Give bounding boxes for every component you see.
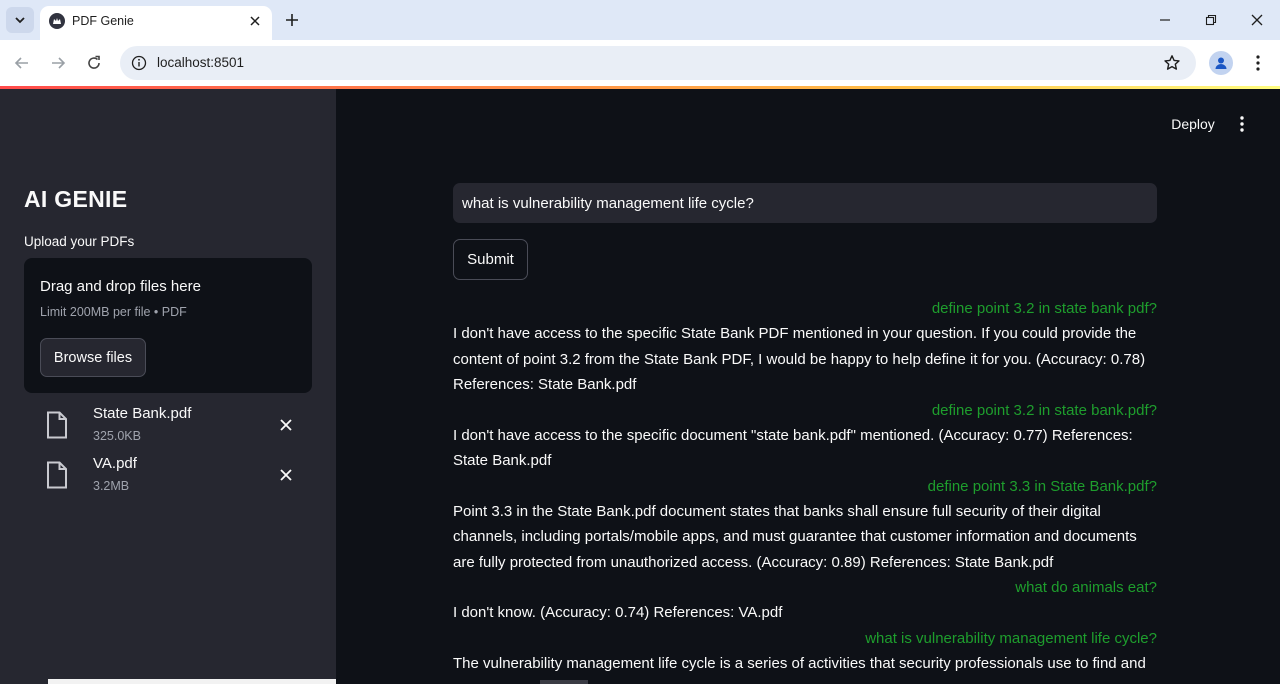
user-question: define point 3.2 in state bank.pdf? <box>931 401 1157 419</box>
minimize-icon[interactable] <box>1153 8 1177 32</box>
close-tab-icon[interactable] <box>246 12 264 30</box>
taskbar-strip <box>48 679 336 684</box>
browse-files-button[interactable]: Browse files <box>40 338 146 377</box>
browser-menu-icon[interactable] <box>1248 51 1268 75</box>
browser-tab[interactable]: PDF Genie <box>40 6 272 40</box>
close-window-icon[interactable] <box>1245 8 1269 32</box>
file-name: State Bank.pdf <box>93 405 192 422</box>
file-size: 325.0KB <box>93 429 141 443</box>
question-input[interactable] <box>453 183 1157 223</box>
file-icon <box>47 461 67 489</box>
site-info-icon[interactable] <box>130 54 148 72</box>
reload-icon[interactable] <box>82 51 106 75</box>
dropzone-limit: Limit 200MB per file • PDF <box>40 305 187 319</box>
bot-answer: The vulnerability management life cycle … <box>453 654 1146 672</box>
url-text: localhost:8501 <box>157 55 245 70</box>
uploaded-file-item: VA.pdf 3.2MB <box>24 455 312 501</box>
user-question: define point 3.2 in state bank pdf? <box>931 300 1157 317</box>
submit-button[interactable]: Submit <box>453 239 528 280</box>
chevron-down-icon <box>15 17 25 24</box>
file-name: VA.pdf <box>93 455 137 472</box>
forward-arrow-icon[interactable] <box>46 51 70 75</box>
user-question: define point 3.3 in State Bank.pdf? <box>927 477 1157 495</box>
browser-tab-bar: PDF Genie <box>0 0 1280 40</box>
upload-label: Upload your PDFs <box>24 234 135 249</box>
file-size: 3.2MB <box>93 479 130 493</box>
remove-file-close-icon[interactable] <box>276 415 296 435</box>
tab-search-button[interactable] <box>6 7 34 33</box>
app-title: AI GENIE <box>24 186 128 212</box>
user-question: what is vulnerability management life cy… <box>865 629 1157 647</box>
address-bar[interactable]: localhost:8501 <box>120 46 1196 80</box>
bookmark-star-icon[interactable] <box>1162 53 1182 73</box>
user-question: what do animals eat? <box>1015 579 1157 596</box>
deploy-button[interactable]: Deploy <box>1162 110 1224 138</box>
streamlit-favicon-icon <box>49 13 65 29</box>
bot-answer: I don't know. (Accuracy: 0.74) Reference… <box>453 604 783 621</box>
back-arrow-icon[interactable] <box>10 51 34 75</box>
uploaded-file-item: State Bank.pdf 325.0KB <box>24 405 312 451</box>
main-menu-icon[interactable] <box>1232 111 1252 137</box>
tab-title: PDF Genie <box>72 14 134 28</box>
dropzone-title: Drag and drop files here <box>40 278 201 295</box>
file-dropzone[interactable]: Drag and drop files here Limit 200MB per… <box>24 258 312 393</box>
chat-history: define point 3.2 in state bank pdf? I do… <box>453 296 1157 676</box>
file-icon <box>47 411 67 439</box>
remove-file-close-icon[interactable] <box>276 465 296 485</box>
bot-answer: Point 3.3 in the State Bank.pdf document… <box>453 502 1137 571</box>
bot-answer: I don't have access to the specific Stat… <box>453 325 1146 393</box>
bot-answer: I don't have access to the specific docu… <box>453 426 1133 470</box>
profile-avatar-icon[interactable] <box>1209 51 1233 75</box>
new-tab-icon[interactable] <box>280 8 304 32</box>
browser-toolbar: localhost:8501 <box>0 40 1280 86</box>
horizontal-scrollbar-thumb[interactable] <box>540 680 588 684</box>
restore-icon[interactable] <box>1199 8 1223 32</box>
